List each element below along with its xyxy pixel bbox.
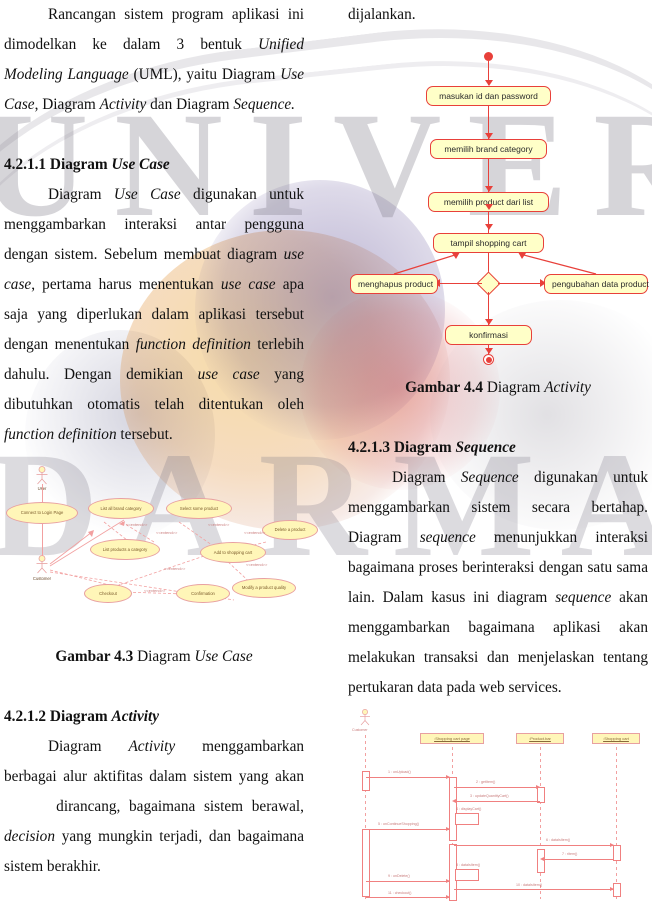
usecase-list-products-a-category: List products a category: [90, 539, 160, 560]
message-label-6: 6 : dataIsItem(): [546, 838, 571, 842]
usecase-connect-login: Connect to Login Page: [6, 502, 78, 524]
stereotype-extend-1: <<extend>>: [126, 522, 148, 527]
message-arrow-5: [446, 827, 450, 831]
message-arrow-10: [610, 887, 614, 891]
heading-use-case: 4.2.1.1 Diagram Use Case: [4, 156, 170, 173]
caption-44-text: Diagram: [486, 379, 541, 396]
caption-figure-4-4: Gambar 4.4 Diagram Activity: [348, 373, 648, 403]
message-label-7: 7 : ritem(): [562, 852, 578, 856]
lifeline-shopping-cart: :Shopping cart: [592, 733, 640, 744]
message-line-7: [542, 859, 614, 860]
paragraph-activity: Diagram Activity menggambarkan berbagai …: [4, 738, 305, 875]
message-label-10: 10 : dataIsItem(): [516, 883, 543, 887]
stereotype-extend-5: <<extend>>: [246, 562, 268, 567]
figure-activity-diagram: masukan id dan password memilih brand ca…: [348, 38, 649, 365]
message-arrow-1: [446, 775, 450, 779]
stereotype-extend-2: <<extend>>: [156, 530, 178, 535]
lifeline-product-bar: :Product.bar: [516, 733, 564, 744]
activity-feedback-arrows: [393, 252, 597, 275]
lifeline-dash-product: [540, 747, 541, 899]
activation-cartpage-self2: [455, 869, 479, 881]
usecase-select-some-product: Select some product: [166, 498, 232, 519]
usecase-confirmation: Confirmation: [176, 584, 230, 603]
activation-cart-1: [613, 845, 621, 861]
usecase-checkout: Checkout: [84, 584, 132, 603]
activation-actor-1: [362, 771, 370, 791]
activation-cart-2: [613, 883, 621, 897]
activity-node-konfirmasi: konfirmasi: [445, 325, 532, 345]
left-column: Rancangan sistem program aplikasi ini di…: [0, 0, 318, 882]
right-column: dijalankan. masukan id dan password memi…: [348, 0, 649, 901]
message-line-6: [454, 845, 614, 846]
message-line-9: [366, 881, 450, 882]
message-label-9: 9 : onDelete(): [388, 874, 410, 878]
stereotype-extend-3: <<extend>>: [208, 522, 230, 527]
message-label-3: 3 : updateQuantityCart(): [470, 794, 509, 798]
paragraph-continued-top: dijalankan.: [348, 6, 416, 23]
paragraph-sequence: Diagram Sequence digunakan untuk menggam…: [348, 469, 649, 696]
message-arrow-3: [452, 799, 456, 803]
message-line-4: [455, 813, 477, 814]
message-line-11: [366, 897, 450, 898]
activation-product-2: [537, 849, 545, 873]
message-line-5: [366, 829, 450, 830]
message-line-3: [454, 801, 540, 802]
usecase-modify-a-product-quality: Modify a product quality: [232, 578, 296, 598]
caption-43-italic: Use Case: [194, 648, 253, 665]
usecase-add-to-shopping-cart: Add to shopping cart: [200, 542, 266, 563]
figure-sequence-diagram: Customer :Shopping cart page :Product.ba…: [348, 709, 648, 901]
message-label-5: 5 : onContinueShopping(): [378, 822, 419, 826]
lifeline-dash-cart: [616, 747, 617, 899]
document-page: Rancangan sistem program aplikasi ini di…: [0, 0, 652, 909]
message-label-11: 11 : checkout(): [388, 891, 412, 895]
end-node-inner-dot: [485, 356, 492, 363]
caption-43-number: Gambar 4.3: [55, 648, 134, 665]
message-label-8: 8 : dataIsItem(): [456, 863, 481, 867]
message-line-8: [455, 869, 477, 870]
activation-actor-2: [362, 829, 370, 897]
message-line-10: [454, 889, 614, 890]
message-arrow-9: [446, 879, 450, 883]
message-arrow-7: [540, 857, 544, 861]
activation-cartpage-self: [455, 813, 479, 825]
caption-figure-4-3: Gambar 4.3 Diagram Use Case: [4, 642, 304, 672]
heading-sequence: 4.2.1.3 Diagram Sequence: [348, 439, 516, 456]
sequence-actor-label: Customer: [352, 728, 368, 732]
message-arrow-2: [536, 785, 540, 789]
lifeline-shopping-cart-page: :Shopping cart page: [420, 733, 484, 744]
message-line-2: [454, 787, 540, 788]
usecase-list-all-brand-category: List all brand category: [88, 498, 154, 519]
message-arrow-11: [446, 895, 450, 899]
message-label-4: 4 : displayCart(): [456, 807, 482, 811]
message-label-1: 1 : onUpload(): [388, 770, 411, 774]
paragraph-intro: Rancangan sistem program aplikasi ini di…: [4, 6, 304, 113]
caption-44-number: Gambar 4.4: [405, 379, 483, 396]
caption-43-text: Diagram: [137, 648, 191, 665]
paragraph-use-case: Diagram Use Case digunakan untuk menggam…: [4, 186, 305, 443]
figure-use-case-diagram: User Customer: [4, 460, 318, 620]
message-line-1: [366, 777, 450, 778]
stereotype-extend-6: <<extend>>: [164, 566, 186, 571]
usecase-delete-a-product: Delete a product: [262, 520, 318, 540]
stereotype-extend-4: <<extend>>: [244, 530, 266, 535]
message-arrow-6: [610, 843, 614, 847]
stereotype-extend-7: <<extend>>: [144, 588, 166, 593]
caption-44-italic: Activity: [544, 379, 591, 396]
heading-activity: 4.2.1.2 Diagram Activity: [4, 708, 160, 725]
message-label-2: 2 : getItem(): [476, 780, 496, 784]
